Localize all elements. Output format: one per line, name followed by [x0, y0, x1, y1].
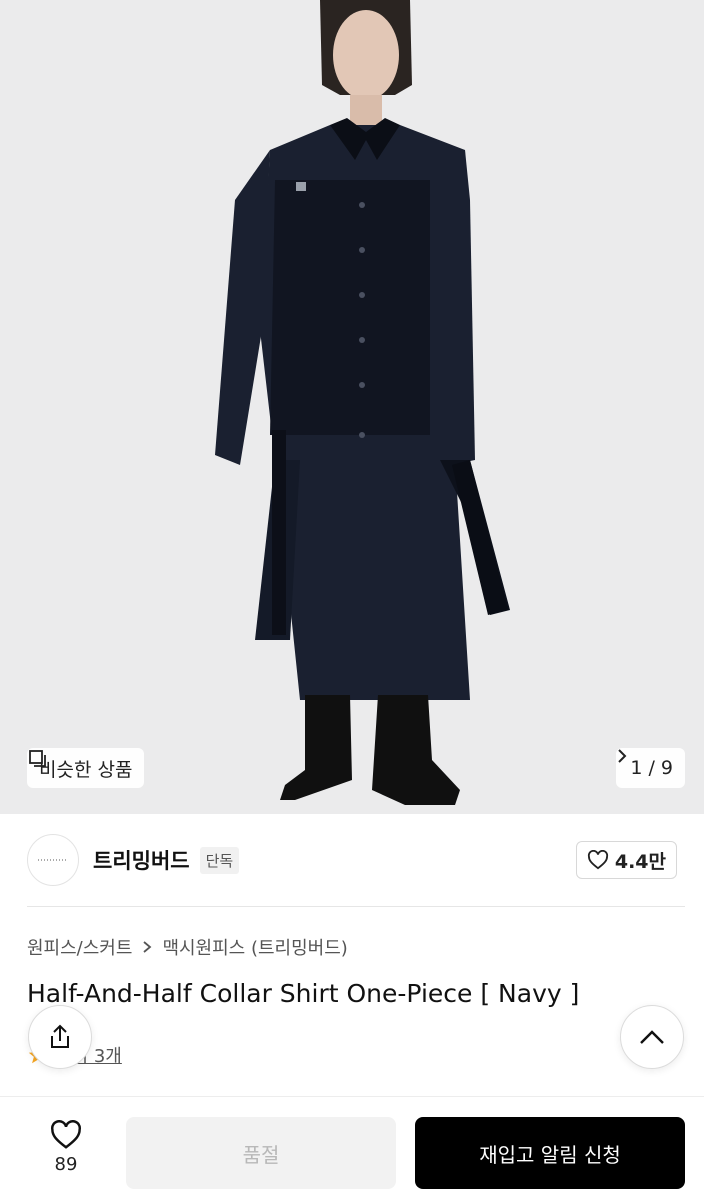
breadcrumb-subcategory[interactable]: 맥시원피스 (트리밍버드) — [162, 934, 347, 960]
similar-products-icon — [29, 750, 46, 767]
brand-like-count: 4.4만 — [614, 850, 666, 873]
breadcrumb: 원피스/스커트 맥시원피스 (트리밍버드) — [27, 934, 348, 960]
similar-products-label: 비슷한 상품 — [39, 758, 133, 781]
heart-icon — [587, 850, 608, 870]
brand-name[interactable]: 트리밍버드 — [93, 845, 190, 875]
brand-row: 트리밍버드 단독 4.4만 — [0, 814, 704, 906]
bottom-bar-divider — [0, 1096, 704, 1097]
similar-products-button[interactable]: 비슷한 상품 — [27, 748, 145, 788]
image-counter-text: 1 / 9 — [630, 757, 673, 779]
model-illustration — [0, 0, 704, 814]
breadcrumb-category[interactable]: 원피스/스커트 — [27, 934, 132, 960]
product-title: Half-And-Half Collar Shirt One-Piece [ N… — [27, 979, 580, 1008]
wishlist-count: 89 — [54, 1154, 78, 1175]
restock-alert-button[interactable]: 재입고 알림 신청 — [415, 1117, 685, 1189]
chevron-up-icon — [640, 1030, 664, 1044]
brand-like-button[interactable]: 4.4만 — [575, 841, 677, 879]
scroll-top-button[interactable] — [620, 1005, 684, 1069]
soldout-button: 품절 — [126, 1117, 396, 1189]
heart-icon — [51, 1120, 81, 1149]
product-image[interactable]: 비슷한 상품 1 / 9 — [0, 0, 704, 814]
share-button[interactable] — [28, 1005, 92, 1069]
divider — [27, 906, 685, 907]
exclusive-badge: 단독 — [199, 846, 240, 874]
chevron-right-icon — [143, 941, 152, 953]
brand-logo[interactable] — [27, 834, 79, 886]
soldout-label: 품절 — [242, 1142, 280, 1167]
chevron-right-icon — [618, 749, 627, 763]
image-counter[interactable]: 1 / 9 — [616, 748, 685, 788]
wishlist-button[interactable]: 89 — [30, 1120, 102, 1175]
share-icon — [51, 1024, 69, 1048]
restock-alert-label: 재입고 알림 신청 — [479, 1142, 621, 1167]
